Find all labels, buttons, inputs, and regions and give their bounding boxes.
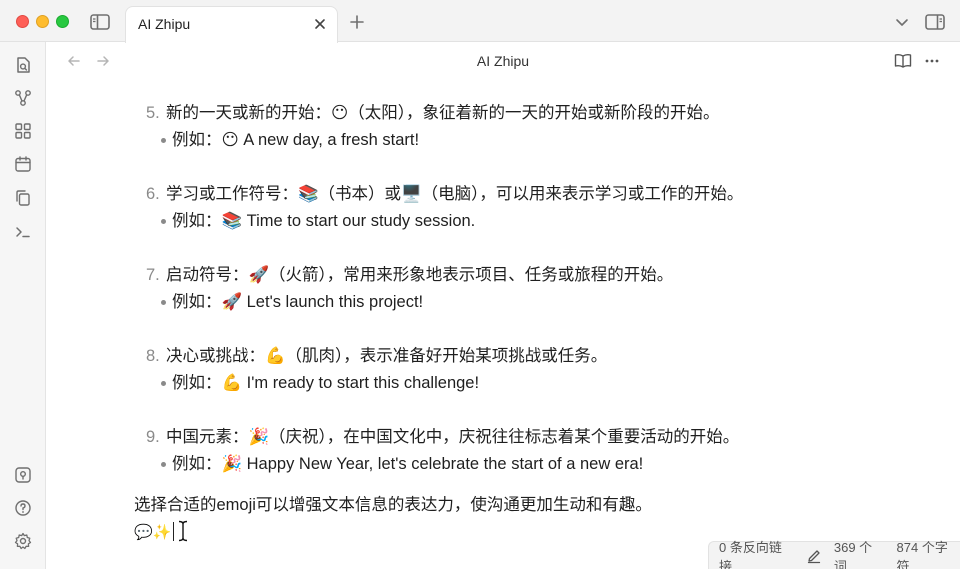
minimize-window-button[interactable] (36, 15, 49, 28)
plus-icon[interactable] (346, 11, 368, 33)
sub-list-item: 例如：🎉 Happy New Year, let's celebrate the… (134, 451, 914, 478)
list-number: 5. (146, 104, 160, 122)
zoom-window-button[interactable] (56, 15, 69, 28)
bullet-icon (161, 381, 166, 386)
list-item-text: 中国元素：🎉（庆祝），在中国文化中，庆祝往往标志着某个重要活动的开始。 (166, 428, 740, 446)
sub-list-item: 例如：📚 Time to start our study session. (134, 208, 914, 235)
chevron-down-icon[interactable] (892, 12, 912, 32)
bullet-icon (161, 138, 166, 143)
list-item: 7. 启动符号：🚀（火箭），常用来形象地表示项目、任务或旅程的开始。 (134, 262, 914, 289)
close-icon[interactable] (311, 15, 329, 33)
title-bar: AI Zhipu (0, 0, 960, 43)
book-open-icon[interactable] (892, 50, 914, 72)
list-item: 6. 学习或工作符号：📚（书本）或🖥️（电脑），可以用来表示学习或工作的开始。 (134, 181, 914, 208)
list-number: 9. (146, 428, 160, 446)
view-title[interactable]: AI Zhipu (46, 53, 960, 69)
bullet-icon (161, 300, 166, 305)
sub-list-item-text: 例如：😶 A new day, a fresh start! (172, 131, 420, 149)
editor-content[interactable]: 5. 新的一天或新的开始：😶（太阳），象征着新的一天的开始或新阶段的开始。 例如… (134, 100, 914, 546)
bullet-icon (161, 462, 166, 467)
ibeam-cursor-icon (178, 520, 188, 551)
list-item-text: 新的一天或新的开始：😶（太阳），象征着新的一天的开始或新阶段的开始。 (166, 104, 720, 122)
view-header: AI Zhipu (46, 42, 960, 80)
tab-title: AI Zhipu (138, 16, 191, 32)
list-item: 9. 中国元素：🎉（庆祝），在中国文化中，庆祝往往标志着某个重要活动的开始。 (134, 424, 914, 451)
status-bar: 0 条反向链接 369 个词 874 个字符 (708, 540, 960, 569)
canvas-grid-icon[interactable] (12, 120, 34, 142)
sub-list-item: 例如：🚀 Let's launch this project! (134, 289, 914, 316)
left-ribbon (0, 42, 46, 569)
sub-list-item: 例如：💪 I'm ready to start this challenge! (134, 370, 914, 397)
vault-icon[interactable] (12, 464, 34, 486)
tab-ai-zhipu[interactable]: AI Zhipu (125, 6, 338, 43)
char-count: 874 个字符 (896, 539, 948, 569)
pen-icon[interactable] (806, 548, 822, 564)
graph-icon[interactable] (12, 87, 34, 109)
more-horizontal-icon[interactable] (921, 50, 943, 72)
copy-files-icon[interactable] (12, 187, 34, 209)
list-item-text: 决心或挑战：💪（肌肉），表示准备好开始某项挑战或任务。 (166, 347, 608, 365)
text-cursor (173, 522, 175, 541)
paragraph: 选择合适的emoji可以增强文本信息的表达力，使沟通更加生动和有趣。 (134, 496, 652, 514)
list-item-text: 学习或工作符号：📚（书本）或🖥️（电脑），可以用来表示学习或工作的开始。 (166, 185, 744, 203)
list-item-text: 启动符号：🚀（火箭），常用来形象地表示项目、任务或旅程的开始。 (166, 266, 674, 284)
close-window-button[interactable] (16, 15, 29, 28)
sub-list-item-text: 例如：💪 I'm ready to start this challenge! (172, 374, 480, 392)
list-number: 6. (146, 185, 160, 203)
calendar-icon[interactable] (12, 153, 34, 175)
list-number: 7. (146, 266, 160, 284)
settings-icon[interactable] (12, 530, 34, 552)
sidebar-right-icon[interactable] (924, 11, 946, 33)
emoji-text: 💬✨ (134, 524, 172, 541)
list-item: 5. 新的一天或新的开始：😶（太阳），象征着新的一天的开始或新阶段的开始。 (134, 100, 914, 127)
bullet-icon (161, 219, 166, 224)
terminal-icon[interactable] (12, 221, 34, 243)
help-icon[interactable] (12, 497, 34, 519)
sub-list-item-text: 例如：🚀 Let's launch this project! (172, 293, 424, 311)
list-item: 8. 决心或挑战：💪（肌肉），表示准备好开始某项挑战或任务。 (134, 343, 914, 370)
list-number: 8. (146, 347, 160, 365)
backlinks-count[interactable]: 0 条反向链接 (719, 537, 794, 569)
file-search-icon[interactable] (12, 54, 34, 76)
sidebar-icon[interactable] (89, 11, 111, 33)
sub-list-item-text: 例如：🎉 Happy New Year, let's celebrate the… (172, 455, 644, 473)
sub-list-item: 例如：😶 A new day, a fresh start! (134, 127, 914, 154)
sub-list-item-text: 例如：📚 Time to start our study session. (172, 212, 476, 230)
word-count: 369 个词 (833, 539, 873, 569)
